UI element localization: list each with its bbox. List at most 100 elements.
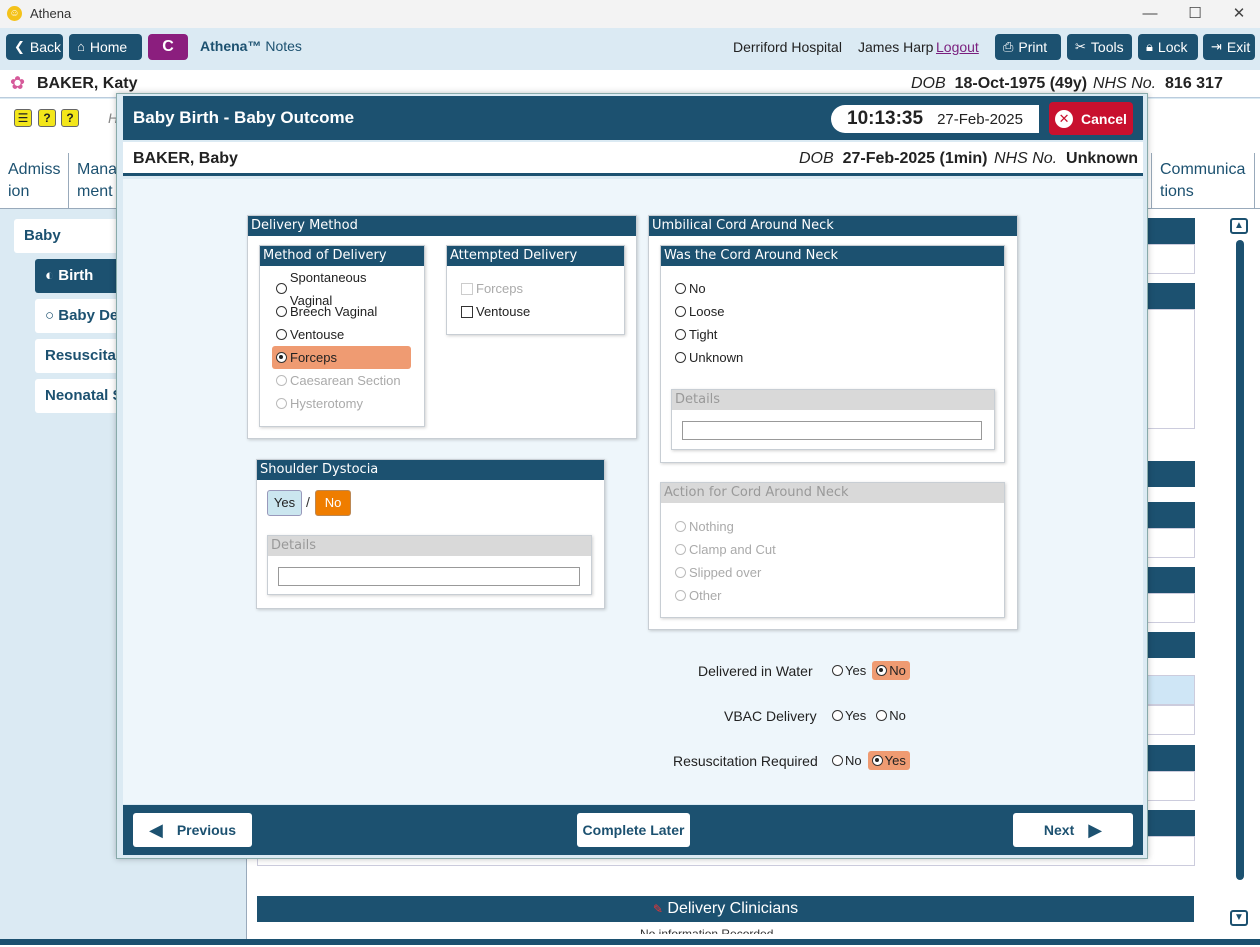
radio-icon	[675, 329, 686, 340]
cord-tight[interactable]: Tight	[671, 323, 791, 346]
previous-button[interactable]: ◀ Previous	[133, 813, 252, 847]
radio-selected-icon	[871, 755, 883, 766]
maximize-button[interactable]: ☐	[1180, 4, 1210, 24]
attempted-ventouse[interactable]: Ventouse	[457, 300, 607, 323]
resuscitation-no[interactable]: No	[828, 751, 866, 770]
cord-action-options: Nothing Clamp and Cut Slipped over Other	[671, 515, 831, 607]
app-brand: Athena™ Notes	[200, 38, 302, 54]
chevron-left-icon: ❮	[14, 39, 25, 54]
radio-icon	[276, 398, 287, 409]
nav-baby[interactable]: Baby	[14, 219, 124, 253]
edit-pen-icon: ✎	[652, 902, 663, 916]
c-button[interactable]: C	[148, 34, 188, 60]
cord-details-input[interactable]	[682, 421, 982, 440]
radio-icon	[675, 521, 686, 532]
method-of-delivery-title: Method of Delivery	[260, 246, 424, 266]
radio-icon	[675, 544, 686, 555]
lock-button[interactable]: 🔒︎ Lock	[1138, 34, 1198, 60]
help-icon-2[interactable]: ?	[61, 109, 79, 127]
cancel-button[interactable]: ✕ Cancel	[1049, 102, 1133, 135]
method-ventouse[interactable]: Ventouse	[272, 323, 411, 346]
exit-button[interactable]: ⇥ Exit	[1203, 34, 1255, 60]
tools-button[interactable]: ✂ Tools	[1067, 34, 1132, 60]
cord-action-panel: Action for Cord Around Neck Nothing Clam…	[660, 482, 1005, 618]
scroll-down-icon[interactable]: ▼	[1230, 910, 1248, 926]
cord-unknown[interactable]: Unknown	[671, 346, 791, 369]
window-titlebar: ☺ Athena — ☐ ✕	[0, 0, 1260, 28]
baby-banner: BAKER, Baby DOB 27-Feb-2025 (1min) NHS N…	[123, 142, 1143, 176]
radio-icon	[276, 306, 287, 317]
close-window-button[interactable]: ✕	[1224, 4, 1254, 24]
scroll-thumb[interactable]	[1236, 240, 1244, 880]
shoulder-details-panel: Details	[267, 535, 592, 595]
action-clamp-and-cut: Clamp and Cut	[671, 538, 831, 561]
delivery-clinicians-header: ✎ Delivery Clinicians	[257, 896, 1194, 922]
cord-details-title: Details	[672, 390, 994, 410]
nav-baby-details[interactable]: ○ Baby De	[35, 299, 125, 333]
clock-time: 10:13:35	[847, 108, 924, 129]
cord-options: No Loose Tight Unknown	[671, 277, 791, 369]
checkbox-icon	[461, 305, 473, 318]
help-icon[interactable]: ?	[38, 109, 56, 127]
dialog-header: Baby Birth - Baby Outcome 10:13:35 27-Fe…	[123, 96, 1143, 140]
baby-name: BAKER, Baby	[133, 150, 238, 167]
complete-later-button[interactable]: Complete Later	[577, 813, 690, 847]
home-button[interactable]: ⌂ Home	[69, 34, 142, 60]
nav-resuscitation[interactable]: Resuscitati	[35, 339, 125, 373]
baby-dob: DOB 27-Feb-2025 (1min)	[799, 150, 988, 167]
delivered-in-water-no[interactable]: No	[872, 661, 910, 680]
checkbox-icon	[461, 282, 473, 295]
vbac-no[interactable]: No	[872, 706, 910, 725]
scroll-up-icon[interactable]: ▲	[1230, 218, 1248, 234]
vertical-scrollbar[interactable]: ▲ ▼	[1228, 218, 1250, 930]
cord-loose[interactable]: Loose	[671, 300, 791, 323]
dialog-footer: ◀ Previous Complete Later Next ▶	[123, 805, 1143, 855]
cord-no[interactable]: No	[671, 277, 791, 300]
athena-logo-icon: ☺	[7, 6, 22, 21]
section-header	[1145, 283, 1195, 309]
attempted-methods-panel: Attempted Delivery Methods Forceps Vento…	[446, 245, 625, 335]
nav-birth[interactable]: ◐ Birth	[35, 259, 125, 293]
baby-nhs: NHS No. Unknown	[994, 150, 1139, 167]
method-forceps[interactable]: Forceps	[272, 346, 411, 369]
print-button[interactable]: ⎙ Print	[995, 34, 1061, 60]
next-button[interactable]: Next ▶	[1013, 813, 1133, 847]
radio-icon	[276, 329, 287, 340]
resuscitation-yes[interactable]: Yes	[867, 751, 910, 770]
section-content	[1145, 528, 1195, 558]
printer-icon: ⎙	[1003, 39, 1014, 54]
delivered-in-water-yes[interactable]: Yes	[828, 661, 870, 680]
vbac-yes[interactable]: Yes	[828, 706, 870, 725]
radio-selected-icon	[276, 352, 287, 363]
bottom-strip	[0, 939, 1260, 945]
radio-icon	[276, 283, 287, 294]
notes-icon[interactable]: ☰	[14, 109, 32, 127]
section-content	[1145, 309, 1195, 429]
vbac-delivery-options: Yes No	[828, 706, 910, 725]
logout-link[interactable]: Logout	[936, 39, 979, 55]
nav-neonatal[interactable]: Neonatal S	[35, 379, 125, 413]
cord-around-neck-panel: Was the Cord Around Neck No Loose Tight …	[660, 245, 1005, 463]
no-information-text: No information Recorded	[640, 927, 774, 934]
radio-icon	[832, 755, 843, 766]
action-nothing: Nothing	[671, 515, 831, 538]
tab-admission[interactable]: Admiss ion	[0, 153, 69, 209]
section-content	[1145, 675, 1195, 705]
radio-icon	[675, 567, 686, 578]
shoulder-yes-button[interactable]: Yes	[267, 490, 302, 516]
action-other: Other	[671, 584, 831, 607]
shoulder-details-input[interactable]	[278, 567, 580, 586]
method-spontaneous-vaginal[interactable]: Spontaneous Vaginal	[272, 270, 411, 308]
shoulder-no-button[interactable]: No	[315, 490, 351, 516]
method-caesarean-section: Caesarean Section	[272, 369, 411, 392]
back-button[interactable]: ❮ Back	[6, 34, 63, 60]
section-header	[1145, 218, 1195, 244]
arrow-right-icon: ▶	[1088, 819, 1103, 840]
vbac-delivery-label: VBAC Delivery	[724, 708, 817, 724]
empty-circle-icon: ○	[45, 307, 55, 324]
method-options: Spontaneous Vaginal Breech Vaginal Vento…	[272, 270, 411, 415]
attempted-options: Forceps Ventouse	[457, 277, 607, 323]
dialog-body: Delivery Method Method of Delivery Spont…	[123, 179, 1143, 804]
minimize-button[interactable]: —	[1135, 4, 1165, 24]
tab-communications[interactable]: Communica tions	[1151, 153, 1255, 209]
